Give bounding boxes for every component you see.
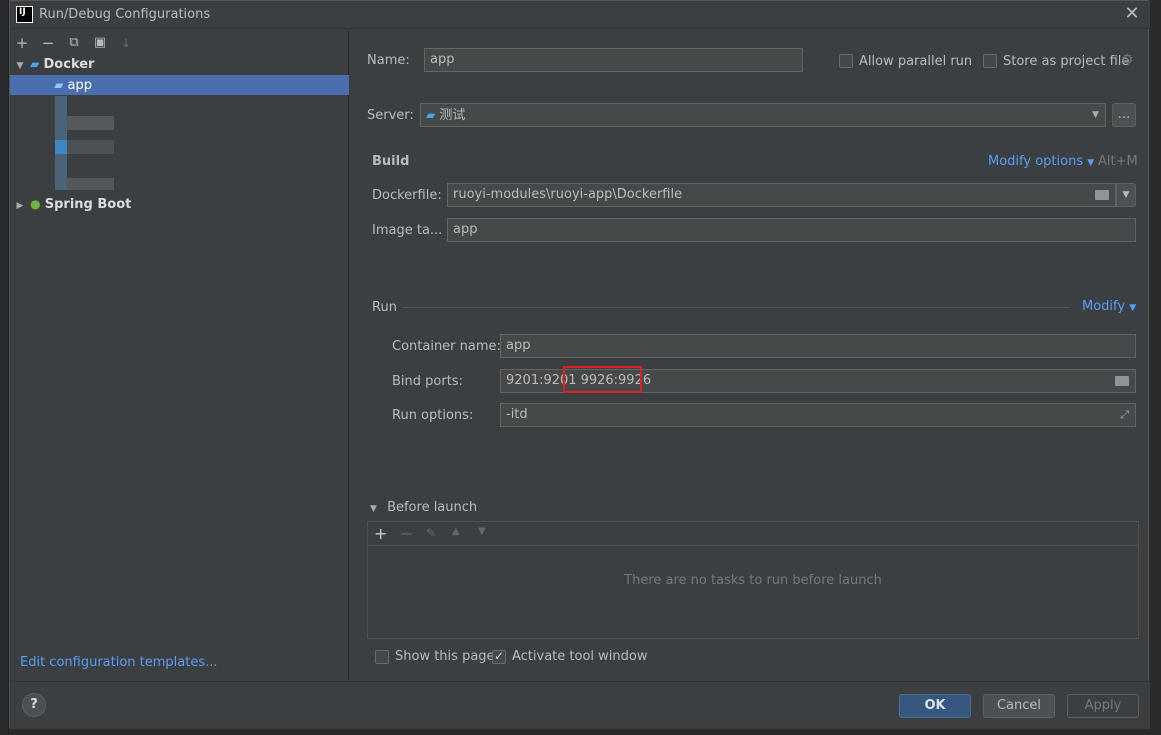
ok-button[interactable]: OK — [899, 694, 971, 718]
chevron-down-icon: ▼ — [1092, 110, 1099, 120]
allow-parallel-checkbox[interactable] — [839, 54, 853, 68]
dialog-button-bar: ? OK Cancel Apply — [10, 681, 1150, 729]
tree-item-spring-boot[interactable]: ▶ ● Spring Boot — [10, 194, 349, 214]
gear-icon[interactable]: ⚙ — [1121, 52, 1134, 68]
before-launch-list: + − ✎ ▲ ▼ There are no tasks to run befo… — [367, 521, 1139, 639]
run-options-value: -itd — [506, 407, 528, 422]
container-name-label: Container name: — [392, 339, 501, 354]
edit-task-icon[interactable]: ✎ — [426, 526, 436, 540]
image-tag-field[interactable]: app — [447, 218, 1136, 242]
remove-configuration-button[interactable]: − — [38, 33, 58, 53]
before-launch-header[interactable]: ▼ Before launch — [370, 500, 477, 515]
redacted-block — [67, 140, 114, 154]
redacted-block — [67, 116, 114, 130]
redacted-block — [55, 140, 67, 154]
docker-icon: ▰ — [30, 57, 40, 71]
dialog-title: Run/Debug Configurations — [39, 7, 211, 22]
edit-templates-link[interactable]: Edit configuration templates... — [20, 655, 218, 670]
tree-item-app[interactable]: ▰ app — [10, 75, 349, 95]
chevron-down-icon: ▼ — [16, 61, 24, 71]
new-folder-button[interactable]: ▣ — [90, 33, 110, 53]
intellij-logo-icon: IJ — [16, 6, 33, 23]
dockerfile-dropdown-button[interactable]: ▼ — [1116, 183, 1136, 207]
docker-icon: ▰ — [54, 78, 64, 92]
modify-link[interactable]: Modify ▼ — [1082, 299, 1136, 314]
allow-parallel-label: Allow parallel run — [859, 54, 973, 69]
chevron-down-icon: ▼ — [370, 504, 377, 514]
cancel-button[interactable]: Cancel — [983, 694, 1055, 718]
copy-configuration-button[interactable]: ⧉ — [64, 33, 84, 53]
empty-tasks-message: There are no tasks to run before launch — [624, 573, 882, 588]
run-options-label: Run options: — [392, 408, 474, 423]
container-name-field[interactable]: app — [500, 334, 1136, 358]
tree-item-label: app — [67, 78, 92, 93]
build-section-title: Build — [372, 154, 410, 169]
dockerfile-field[interactable]: ruoyi-modules\ruoyi-app\Dockerfile — [447, 183, 1116, 207]
show-page-checkbox[interactable] — [375, 650, 389, 664]
docker-icon: ▰ — [426, 108, 436, 122]
tree-item-docker[interactable]: ▼ ▰ Docker — [10, 54, 349, 74]
sort-configurations-button[interactable]: ↓ — [116, 33, 136, 53]
modify-options-shortcut: Alt+M — [1098, 154, 1138, 169]
configurations-tree-panel: + − ⧉ ▣ ↓ ▼ ▰ Docker ▰ app ▶ ● Spring Bo… — [10, 30, 349, 680]
activate-tool-label: Activate tool window — [512, 649, 648, 664]
bind-ports-label: Bind ports: — [392, 374, 463, 389]
server-label: Server: — [367, 108, 414, 123]
dockerfile-label: Dockerfile: — [372, 188, 442, 203]
folder-icon[interactable] — [1095, 190, 1109, 200]
close-icon[interactable]: ✕ — [1122, 4, 1142, 24]
show-page-label: Show this page — [395, 649, 495, 664]
before-launch-toolbar: + − ✎ ▲ ▼ — [368, 522, 1138, 546]
modify-options-link[interactable]: Modify options ▼ — [988, 154, 1094, 169]
highlight-annotation — [563, 366, 642, 393]
apply-button[interactable]: Apply — [1067, 694, 1139, 718]
redacted-block — [67, 178, 114, 190]
remove-task-icon[interactable]: − — [400, 524, 413, 543]
add-configuration-button[interactable]: + — [12, 33, 32, 53]
tree-item-label: Spring Boot — [44, 197, 132, 212]
run-debug-dialog: IJ Run/Debug Configurations ✕ + − ⧉ ▣ ↓ … — [9, 0, 1150, 729]
activate-tool-checkbox[interactable] — [492, 649, 506, 664]
store-project-checkbox[interactable] — [983, 54, 997, 68]
modify-options-label: Modify options — [988, 154, 1084, 169]
background-right-strip — [1149, 28, 1161, 728]
spring-boot-icon: ● — [30, 197, 41, 211]
dockerfile-value: ruoyi-modules\ruoyi-app\Dockerfile — [453, 187, 683, 202]
tree-item-label: Docker — [43, 57, 95, 72]
image-tag-label: Image ta... — [372, 223, 443, 238]
before-launch-label: Before launch — [387, 500, 478, 515]
run-options-field[interactable]: -itd ⤢ — [500, 403, 1136, 427]
server-value: 测试 — [439, 108, 466, 123]
folder-icon[interactable] — [1115, 376, 1129, 386]
help-button[interactable]: ? — [22, 693, 46, 717]
chevron-right-icon: ▶ — [16, 201, 24, 211]
chevron-down-icon: ▼ — [1129, 303, 1137, 313]
name-field[interactable]: app — [424, 48, 803, 72]
expand-icon[interactable]: ⤢ — [1120, 404, 1129, 426]
run-separator — [402, 307, 1070, 308]
move-down-icon[interactable]: ▼ — [478, 526, 486, 537]
add-task-icon[interactable]: + — [374, 524, 387, 543]
name-label: Name: — [367, 53, 410, 68]
store-project-label: Store as project file — [1003, 54, 1130, 69]
run-section-title: Run — [372, 300, 397, 315]
move-up-icon[interactable]: ▲ — [452, 526, 460, 537]
title-bar: IJ Run/Debug Configurations ✕ — [10, 1, 1150, 29]
server-select[interactable]: ▰ 测试 ▼ — [420, 103, 1106, 127]
server-browse-button[interactable]: ... — [1112, 103, 1136, 127]
modify-label: Modify — [1082, 299, 1126, 314]
chevron-down-icon: ▼ — [1087, 158, 1095, 168]
background-editor-strip — [0, 0, 9, 735]
